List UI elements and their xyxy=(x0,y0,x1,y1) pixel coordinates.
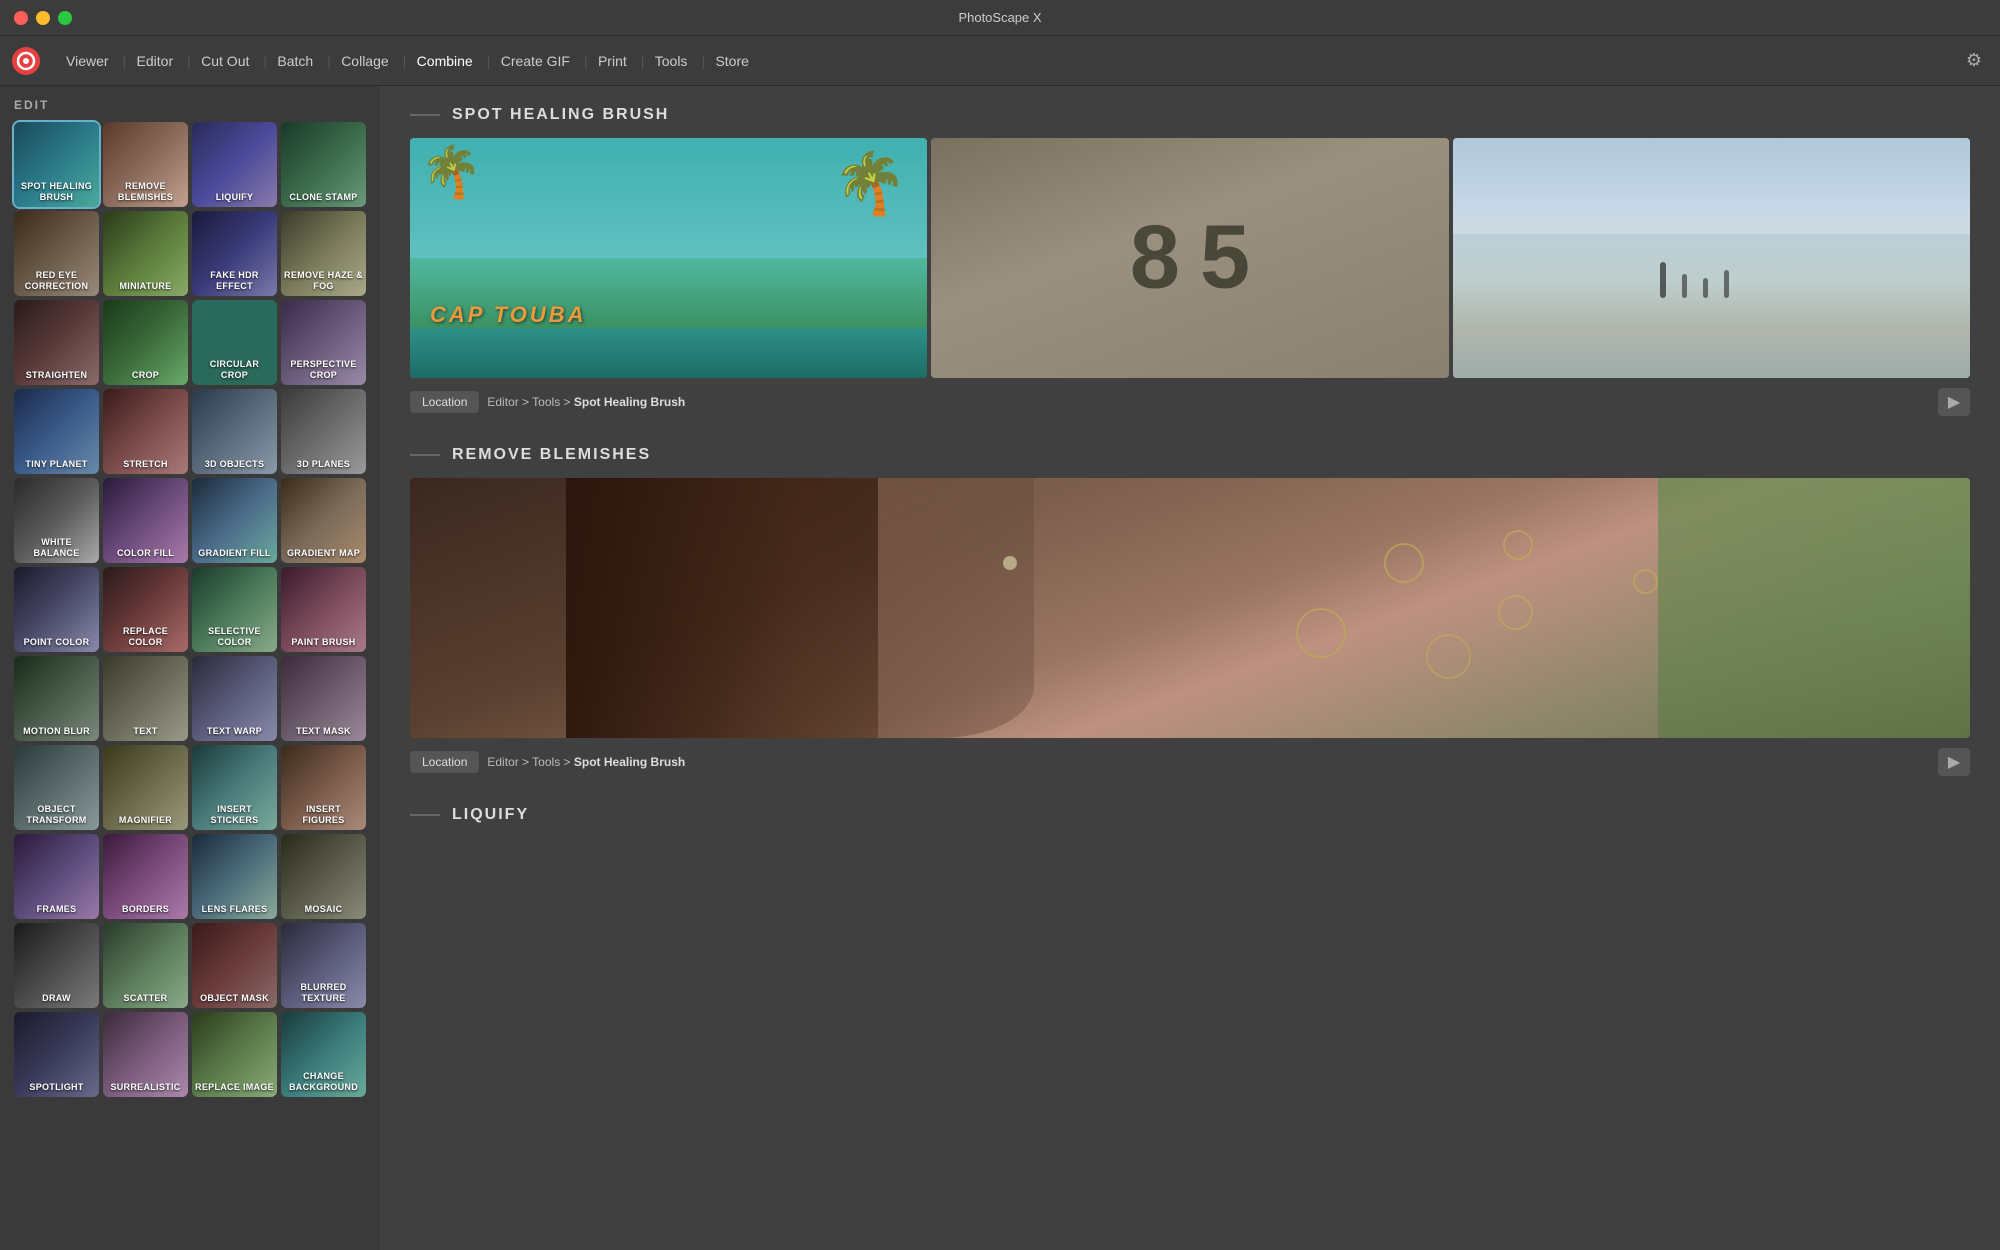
tool-tile-insert-figures[interactable]: INSERT FIGURES xyxy=(281,745,366,830)
section-liquify: LIQUIFY xyxy=(410,806,1970,824)
tool-tile-straighten[interactable]: STRAIGHTEN xyxy=(14,300,99,385)
tool-tile-text[interactable]: TEXT xyxy=(103,656,188,741)
maximize-button[interactable] xyxy=(58,11,72,25)
tool-tile-draw[interactable]: DRAW xyxy=(14,923,99,1008)
menu-batch[interactable]: Batch xyxy=(263,47,327,75)
tool-tile-text-mask[interactable]: TEXT MASK xyxy=(281,656,366,741)
tool-tile-gradient-map[interactable]: GRADIENT MAP xyxy=(281,478,366,563)
tool-tile-miniature[interactable]: MINIATURE xyxy=(103,211,188,296)
tool-tile-tiny-planet[interactable]: TINY PLANET xyxy=(14,389,99,474)
tool-tile-fake-hdr[interactable]: FAKE HDR EFFECT xyxy=(192,211,277,296)
tool-tile-mosaic[interactable]: MOSAIC xyxy=(281,834,366,919)
tool-tile-color-fill[interactable]: COLOR FILL xyxy=(103,478,188,563)
minimize-button[interactable] xyxy=(36,11,50,25)
content-area: SPOT HEALING BRUSH 🌴 🌴 CAP TOUBA xyxy=(380,86,2000,1250)
tool-tile-remove-blemishes[interactable]: REMOVE BLEMISHES xyxy=(103,122,188,207)
section-line-3 xyxy=(410,814,440,816)
menu-cutout[interactable]: Cut Out xyxy=(187,47,263,75)
spot-image-2: 8 5 xyxy=(931,138,1448,378)
menu-combine[interactable]: Combine xyxy=(403,47,487,75)
menu-viewer[interactable]: Viewer xyxy=(52,47,123,75)
tool-tile-perspective-crop[interactable]: PERSPECTIVE CROP xyxy=(281,300,366,385)
sidebar: EDIT SPOT HEALING BRUSHREMOVE BLEMISHESL… xyxy=(0,86,380,1250)
section-header-liquify: LIQUIFY xyxy=(410,806,1970,824)
section-remove-blemishes: REMOVE BLEMISHES xyxy=(410,446,1970,776)
tool-tile-clone-stamp[interactable]: CLONE STAMP xyxy=(281,122,366,207)
menu-print[interactable]: Print xyxy=(584,47,641,75)
settings-gear-icon[interactable]: ⚙ xyxy=(1958,45,1990,77)
close-button[interactable] xyxy=(14,11,28,25)
location-bar-1: Location Editor > Tools > Spot Healing B… xyxy=(410,388,1970,416)
tool-tile-haze-fog[interactable]: REMOVE HAZE & FOG xyxy=(281,211,366,296)
location-path-1: Editor > Tools > Spot Healing Brush xyxy=(487,395,685,409)
app-logo[interactable] xyxy=(10,45,42,77)
tool-tile-gradient-fill[interactable]: GRADIENT FILL xyxy=(192,478,277,563)
main-layout: EDIT SPOT HEALING BRUSHREMOVE BLEMISHESL… xyxy=(0,86,2000,1250)
menubar: Viewer Editor Cut Out Batch Collage Comb… xyxy=(0,36,2000,86)
section-title-blemish: REMOVE BLEMISHES xyxy=(452,446,651,464)
section-title-spot: SPOT HEALING BRUSH xyxy=(452,106,669,124)
tool-tile-replace-image[interactable]: REPLACE IMAGE xyxy=(192,1012,277,1097)
tool-tile-frames[interactable]: FRAMES xyxy=(14,834,99,919)
tool-tile-change-background[interactable]: CHANGE BACKGROUND xyxy=(281,1012,366,1097)
window-title: PhotoScape X xyxy=(958,10,1041,25)
tools-grid: SPOT HEALING BRUSHREMOVE BLEMISHESLIQUIF… xyxy=(14,122,366,1097)
tool-tile-surrealistic[interactable]: SURREALISTIC xyxy=(103,1012,188,1097)
tool-tile-point-color[interactable]: POINT COLOR xyxy=(14,567,99,652)
tool-tile-spot-healing[interactable]: SPOT HEALING BRUSH xyxy=(14,122,99,207)
tool-tile-3d-objects[interactable]: 3D OBJECTS xyxy=(192,389,277,474)
tool-tile-magnifier[interactable]: MAGNIFIER xyxy=(103,745,188,830)
location-bar-2: Location Editor > Tools > Spot Healing B… xyxy=(410,748,1970,776)
menu-editor[interactable]: Editor xyxy=(123,47,188,75)
tool-tile-selective-color[interactable]: SELECTIVE COLOR xyxy=(192,567,277,652)
section-spot-healing: SPOT HEALING BRUSH 🌴 🌴 CAP TOUBA xyxy=(410,106,1970,416)
location-btn-1[interactable]: Location xyxy=(410,391,479,413)
tool-tile-blurred-texture[interactable]: BLURRED TEXTURE xyxy=(281,923,366,1008)
tool-tile-borders[interactable]: BORDERS xyxy=(103,834,188,919)
tool-tile-red-eye[interactable]: RED EYE CORRECTION xyxy=(14,211,99,296)
location-path-2: Editor > Tools > Spot Healing Brush xyxy=(487,755,685,769)
tool-tile-stretch[interactable]: STRETCH xyxy=(103,389,188,474)
tool-tile-scatter[interactable]: SCATTER xyxy=(103,923,188,1008)
tool-tile-spotlight[interactable]: SPOTLIGHT xyxy=(14,1012,99,1097)
tool-tile-paint-brush[interactable]: PAINT BRUSH xyxy=(281,567,366,652)
tool-tile-object-transform[interactable]: OBJECT TRANSFORM xyxy=(14,745,99,830)
titlebar: PhotoScape X xyxy=(0,0,2000,36)
titlebar-buttons xyxy=(14,11,72,25)
tool-tile-circular-crop[interactable]: CIRCULAR CROP xyxy=(192,300,277,385)
tool-tile-motion-blur[interactable]: MOTION BLUR xyxy=(14,656,99,741)
menu-collage[interactable]: Collage xyxy=(327,47,402,75)
blemish-image xyxy=(410,478,1970,738)
menu-store[interactable]: Store xyxy=(701,47,762,75)
tool-tile-crop[interactable]: CROP xyxy=(103,300,188,385)
location-btn-2[interactable]: Location xyxy=(410,751,479,773)
play-btn-1[interactable]: ▶ xyxy=(1938,388,1970,416)
section-title-liquify: LIQUIFY xyxy=(452,806,529,824)
section-line xyxy=(410,114,440,116)
section-header-blemish: REMOVE BLEMISHES xyxy=(410,446,1970,464)
section-line-2 xyxy=(410,454,440,456)
play-btn-2[interactable]: ▶ xyxy=(1938,748,1970,776)
tool-tile-insert-stickers[interactable]: INSERT STICKERS xyxy=(192,745,277,830)
tool-tile-liquify[interactable]: LIQUIFY xyxy=(192,122,277,207)
tool-tile-3d-planes[interactable]: 3D PLANES xyxy=(281,389,366,474)
sidebar-title: EDIT xyxy=(14,98,366,112)
tool-tile-text-warp[interactable]: TEXT WARP xyxy=(192,656,277,741)
tool-tile-object-mask[interactable]: OBJECT MASK xyxy=(192,923,277,1008)
tool-tile-white-balance[interactable]: WHITE BALANCE xyxy=(14,478,99,563)
tool-tile-replace-color[interactable]: REPLACE COLOR xyxy=(103,567,188,652)
spot-image-1: 🌴 🌴 CAP TOUBA xyxy=(410,138,927,378)
spot-image-3 xyxy=(1453,138,1970,378)
tool-tile-lens-flares[interactable]: LENS FLARES xyxy=(192,834,277,919)
spot-healing-images: 🌴 🌴 CAP TOUBA 8 5 xyxy=(410,138,1970,378)
section-header-spot: SPOT HEALING BRUSH xyxy=(410,106,1970,124)
menu-tools[interactable]: Tools xyxy=(641,47,702,75)
menu-gif[interactable]: Create GIF xyxy=(487,47,584,75)
